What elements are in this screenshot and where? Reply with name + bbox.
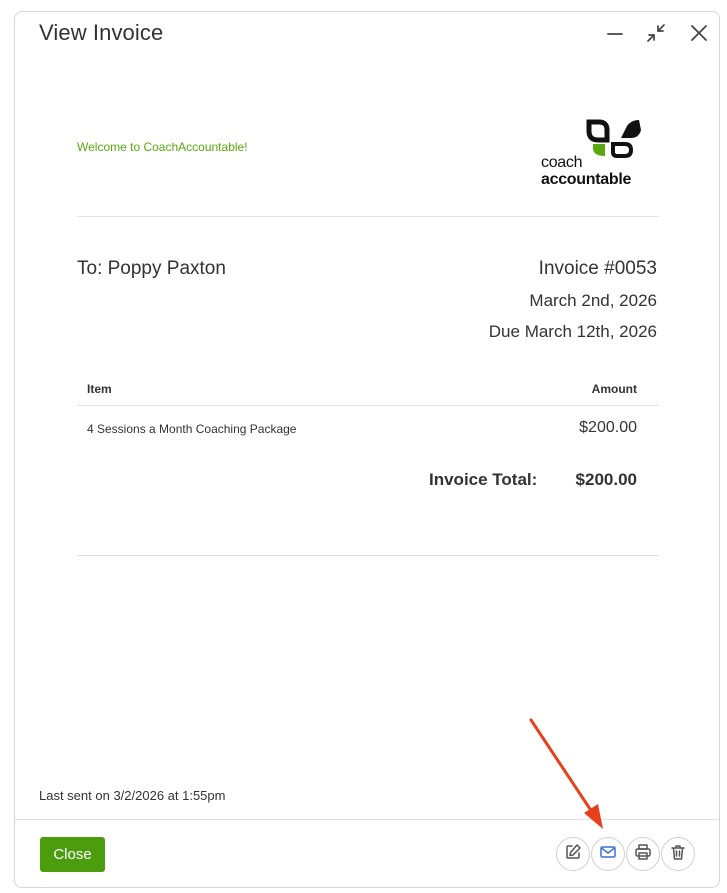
company-logo: coach accountable [537, 118, 657, 190]
edit-icon [564, 843, 582, 866]
minimize-button[interactable] [602, 20, 628, 46]
invoice-dialog: View Invoice Welcome to CoachAccountable… [14, 11, 720, 888]
table-header-item: Item [87, 382, 112, 396]
logo-word-accountable: accountable [541, 171, 632, 188]
close-button[interactable]: Close [40, 837, 105, 872]
dialog-title: View Invoice [39, 20, 164, 45]
footer-divider [15, 819, 719, 820]
close-icon [690, 24, 708, 42]
email-button[interactable] [591, 837, 625, 871]
collapse-button[interactable] [643, 20, 669, 46]
table-header-divider [77, 405, 659, 406]
table-header-amount: Amount [591, 382, 637, 396]
row-item: 4 Sessions a Month Coaching Package [87, 422, 297, 436]
body-divider [77, 555, 659, 556]
invoice-total-label: Invoice Total: [429, 470, 538, 489]
print-button[interactable] [626, 837, 660, 871]
minimize-icon [606, 24, 624, 42]
last-sent-status: Last sent on 3/2/2026 at 1:55pm [39, 788, 226, 803]
invoice-total-value: $200.00 [575, 470, 637, 489]
header-divider [77, 216, 659, 217]
welcome-message: Welcome to CoachAccountable! [77, 140, 248, 154]
invoice-due-date: Due March 12th, 2026 [488, 322, 657, 341]
logo-word-coach: coach [541, 154, 583, 171]
invoice-date: March 2nd, 2026 [529, 291, 657, 310]
invoice-recipient: To: Poppy Paxton [77, 258, 226, 279]
close-dialog-button[interactable] [686, 20, 712, 46]
delete-button[interactable] [661, 837, 695, 871]
row-amount: $200.00 [579, 419, 637, 436]
trash-icon [669, 843, 687, 866]
edit-button[interactable] [556, 837, 590, 871]
invoice-number: Invoice #0053 [538, 258, 657, 279]
collapse-icon [646, 23, 666, 43]
email-icon [599, 843, 617, 866]
print-icon [634, 843, 652, 866]
